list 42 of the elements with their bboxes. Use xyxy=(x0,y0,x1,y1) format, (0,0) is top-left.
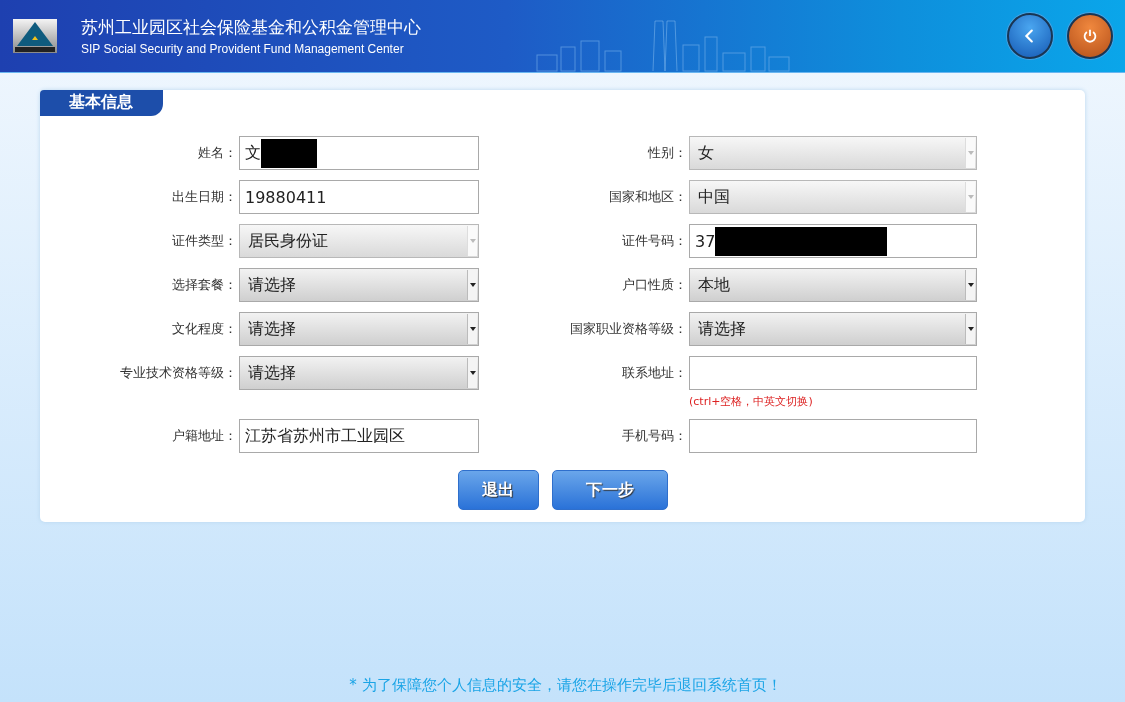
field-label: 选择套餐： xyxy=(171,276,237,294)
field-label: 户口性质： xyxy=(621,276,687,294)
input-field[interactable] xyxy=(689,419,977,453)
redaction-bar xyxy=(261,138,317,168)
dropdown[interactable]: 请选择 xyxy=(239,268,479,302)
field-label: 文化程度： xyxy=(171,320,237,338)
dropdown-arrow-icon xyxy=(967,195,974,199)
field-label: 联系地址： xyxy=(621,364,687,382)
back-button[interactable] xyxy=(1007,13,1053,59)
field-label: 证件号码： xyxy=(621,232,687,250)
field-label: 手机号码： xyxy=(621,427,687,445)
field-label: 国家职业资格等级： xyxy=(569,320,687,338)
dropdown-arrow-icon xyxy=(469,327,476,331)
dropdown-arrow-icon xyxy=(469,371,476,375)
dropdown-arrow-icon xyxy=(469,239,476,243)
dropdown[interactable]: 请选择 xyxy=(689,312,977,346)
footer-note: * 为了保障您个人信息的安全，请您在操作完毕后退回系统首页！ xyxy=(348,676,782,695)
power-button[interactable] xyxy=(1067,13,1113,59)
header-title: 苏州工业园区社会保险基金和公积金管理中心 xyxy=(81,16,421,39)
field-label: 性别： xyxy=(647,144,687,162)
input-field[interactable]: 文 xyxy=(239,136,479,170)
dropdown-arrow-icon xyxy=(967,327,974,331)
dropdown[interactable]: 请选择 xyxy=(239,356,479,390)
dropdown[interactable]: 本地 xyxy=(689,268,977,302)
logo-icon xyxy=(13,19,57,53)
dropdown[interactable]: 请选择 xyxy=(239,312,479,346)
dropdown-arrow-icon xyxy=(967,151,974,155)
field-label: 国家和地区： xyxy=(608,188,687,206)
dropdown-arrow-icon xyxy=(967,283,974,287)
input-hint: (ctrl+空格，中英文切换) xyxy=(689,394,814,409)
field-label: 姓名： xyxy=(197,144,237,162)
input-field[interactable] xyxy=(689,356,977,390)
power-icon xyxy=(1081,27,1099,45)
input-field[interactable]: 19880411 xyxy=(239,180,479,214)
header-subtitle: SIP Social Security and Provident Fund Management Center xyxy=(81,42,405,56)
field-label: 专业技术资格等级： xyxy=(119,364,237,382)
input-field[interactable]: 37 xyxy=(689,224,977,258)
field-label: 出生日期： xyxy=(171,188,237,206)
dropdown-arrow-icon xyxy=(469,283,476,287)
input-field[interactable]: 江苏省苏州市工业园区 xyxy=(239,419,479,453)
field-label: 证件类型： xyxy=(171,232,237,250)
field-label: 户籍地址： xyxy=(171,427,237,445)
